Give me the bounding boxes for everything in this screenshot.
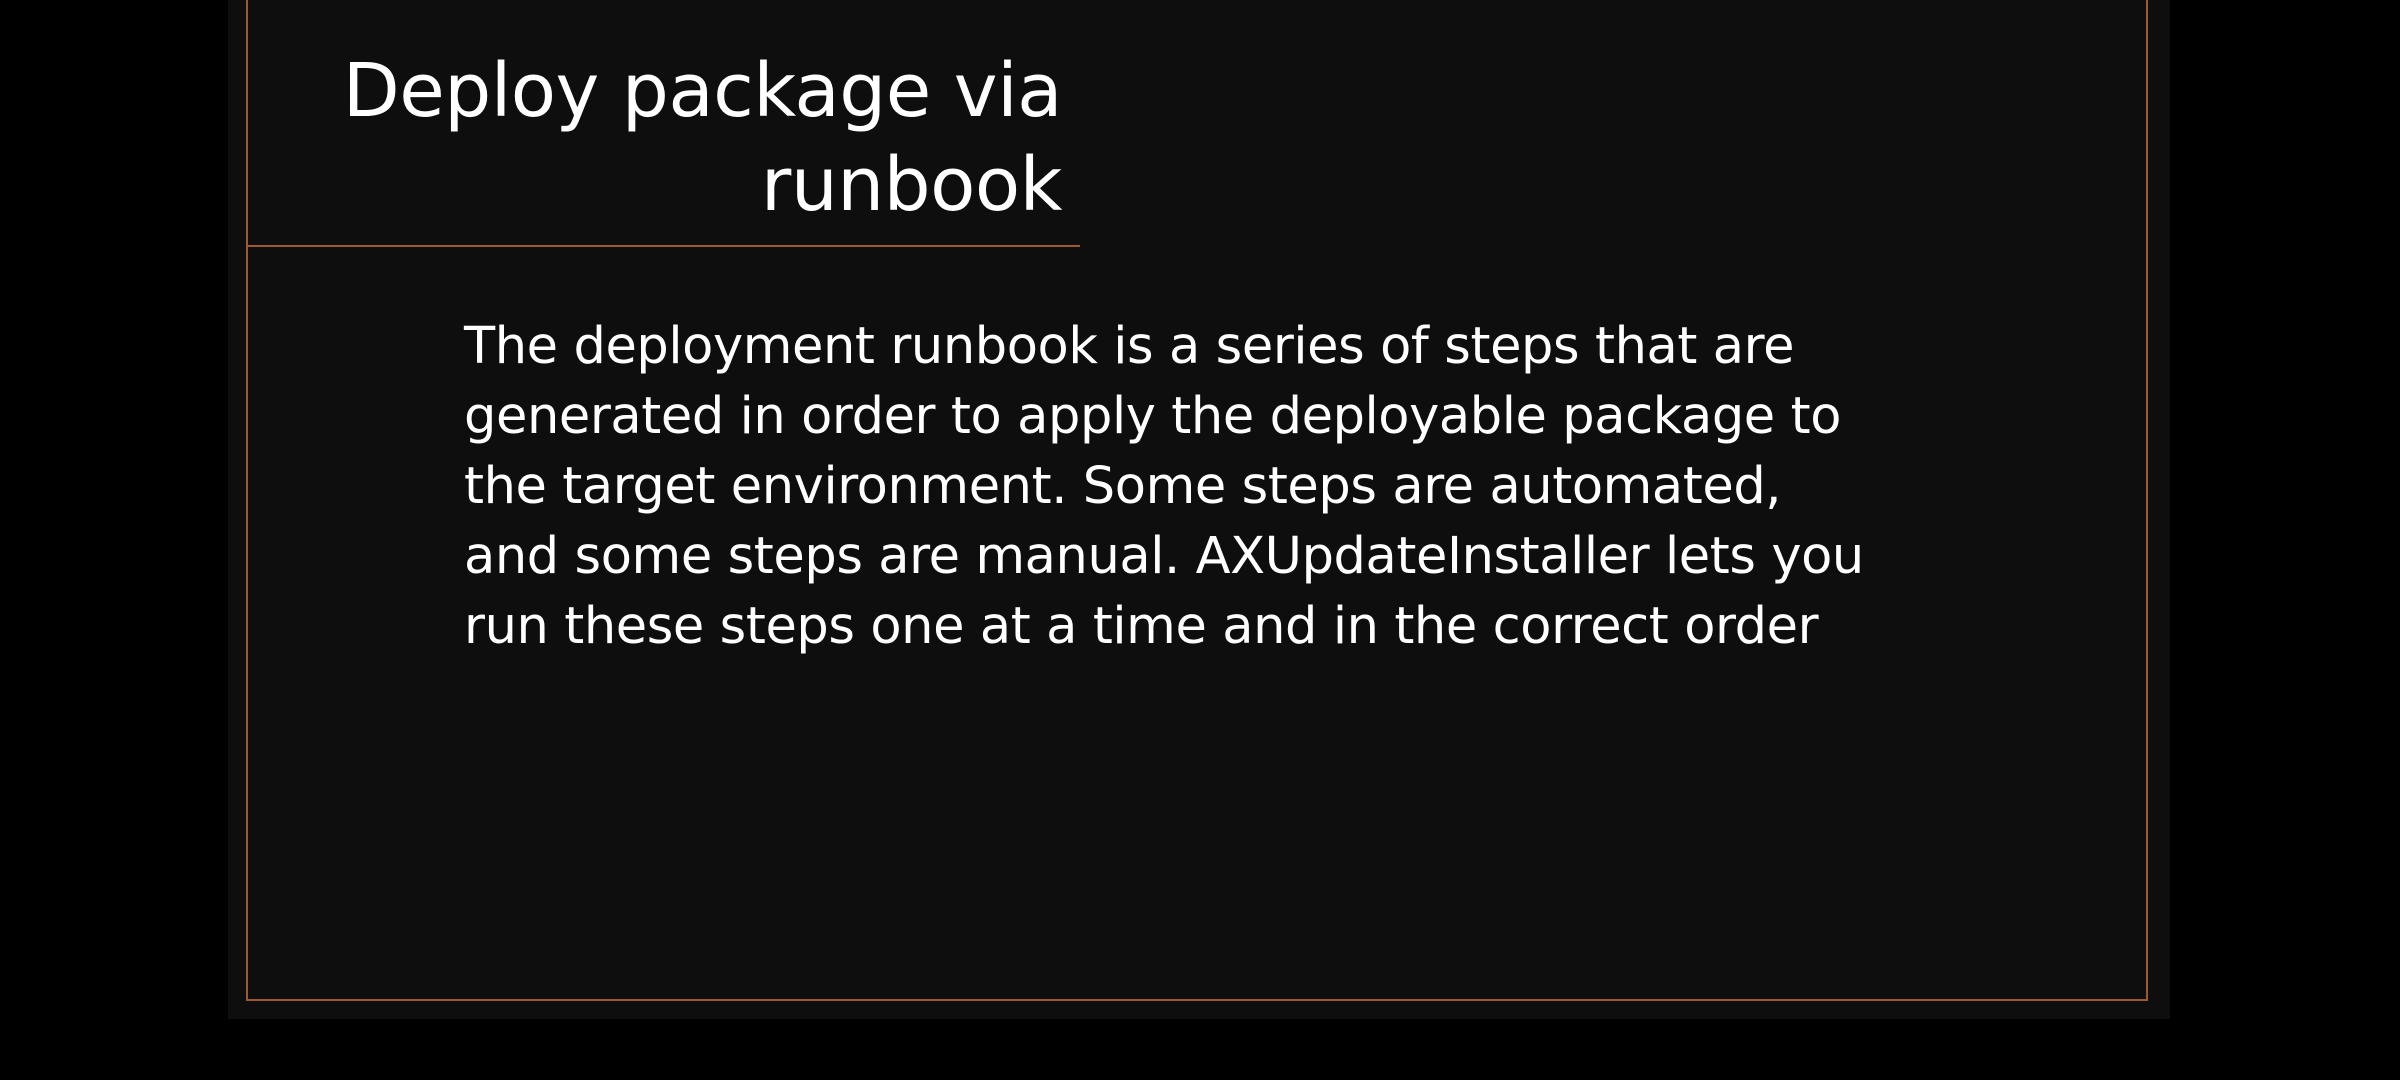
presentation-slide: Deploy package via runbook The deploymen… <box>228 0 2170 1019</box>
body-line: the target environment. Some steps are a… <box>464 457 1782 516</box>
title-underline <box>248 245 1080 247</box>
video-viewport: Deploy package via runbook The deploymen… <box>0 0 2400 1080</box>
body-line: run these steps one at a time and in the… <box>464 597 1819 656</box>
body-line: The deployment runbook is a series of st… <box>464 317 1795 376</box>
body-line: and some steps are manual. AXUpdateInsta… <box>464 527 1864 586</box>
slide-title-line-2: runbook <box>760 142 1063 228</box>
body-line: generated in order to apply the deployab… <box>464 387 1841 446</box>
slide-body: The deployment runbook is a series of st… <box>464 312 2024 662</box>
slide-title: Deploy package via runbook <box>262 44 1063 232</box>
slide-title-line-1: Deploy package via <box>342 48 1063 134</box>
